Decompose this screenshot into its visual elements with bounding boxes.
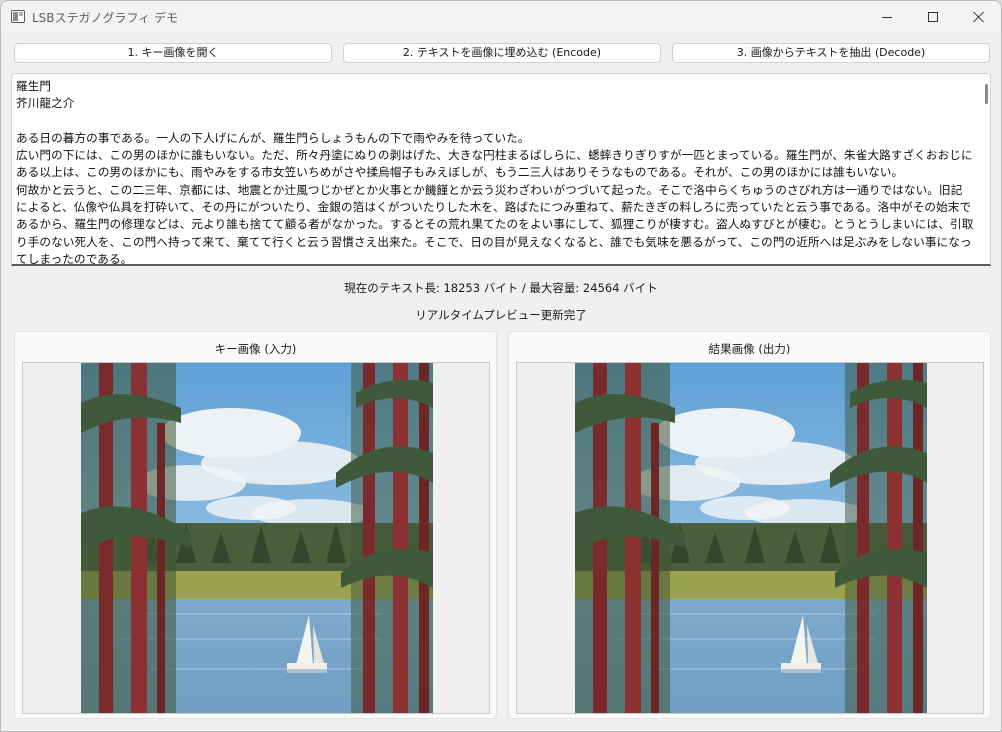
minimize-button[interactable] <box>864 1 910 33</box>
result-image-title: 結果画像 (出力) <box>708 342 791 356</box>
window-app-icon <box>11 10 25 23</box>
result-image-panel: 結果画像 (出力) <box>508 331 991 719</box>
text-editor[interactable]: 羅生門 芥川龍之介 ある日の暮方の事である。一人の下人げにんが、羅生門らしょうも… <box>11 73 991 266</box>
key-image-title: キー画像 (入力) <box>214 342 297 356</box>
text-editor-scrollbar[interactable] <box>985 84 988 104</box>
open-key-image-button[interactable]: 1. キー画像を開く <box>14 43 332 63</box>
maximize-icon <box>928 12 938 22</box>
minimize-icon <box>882 16 892 18</box>
decode-button[interactable]: 3. 画像からテキストを抽出 (Decode) <box>672 43 990 63</box>
close-icon <box>973 11 985 23</box>
key-image-frame <box>22 362 490 714</box>
key-image-panel: キー画像 (入力) <box>14 331 497 719</box>
result-image-frame <box>516 362 984 714</box>
encode-button[interactable]: 2. テキストを画像に埋め込む (Encode) <box>343 43 661 63</box>
preview-status-label: リアルタイムプレビュー更新完了 <box>415 308 587 322</box>
maximize-button[interactable] <box>910 1 956 33</box>
close-button[interactable] <box>956 1 1001 33</box>
key-image <box>81 363 433 713</box>
text-length-label: 現在のテキスト長: 18253 バイト / 最大容量: 24564 バイト <box>344 281 658 295</box>
result-image <box>575 363 927 713</box>
title-bar[interactable]: LSBステガノグラフィ デモ <box>1 1 1001 33</box>
text-editor-content[interactable]: 羅生門 芥川龍之介 ある日の暮方の事である。一人の下人げにんが、羅生門らしょうも… <box>16 78 974 264</box>
window-title: LSBステガノグラフィ デモ <box>32 11 179 25</box>
app-window: LSBステガノグラフィ デモ 1. キー画像を開く 2. テキストを画像に埋め込… <box>0 0 1002 732</box>
